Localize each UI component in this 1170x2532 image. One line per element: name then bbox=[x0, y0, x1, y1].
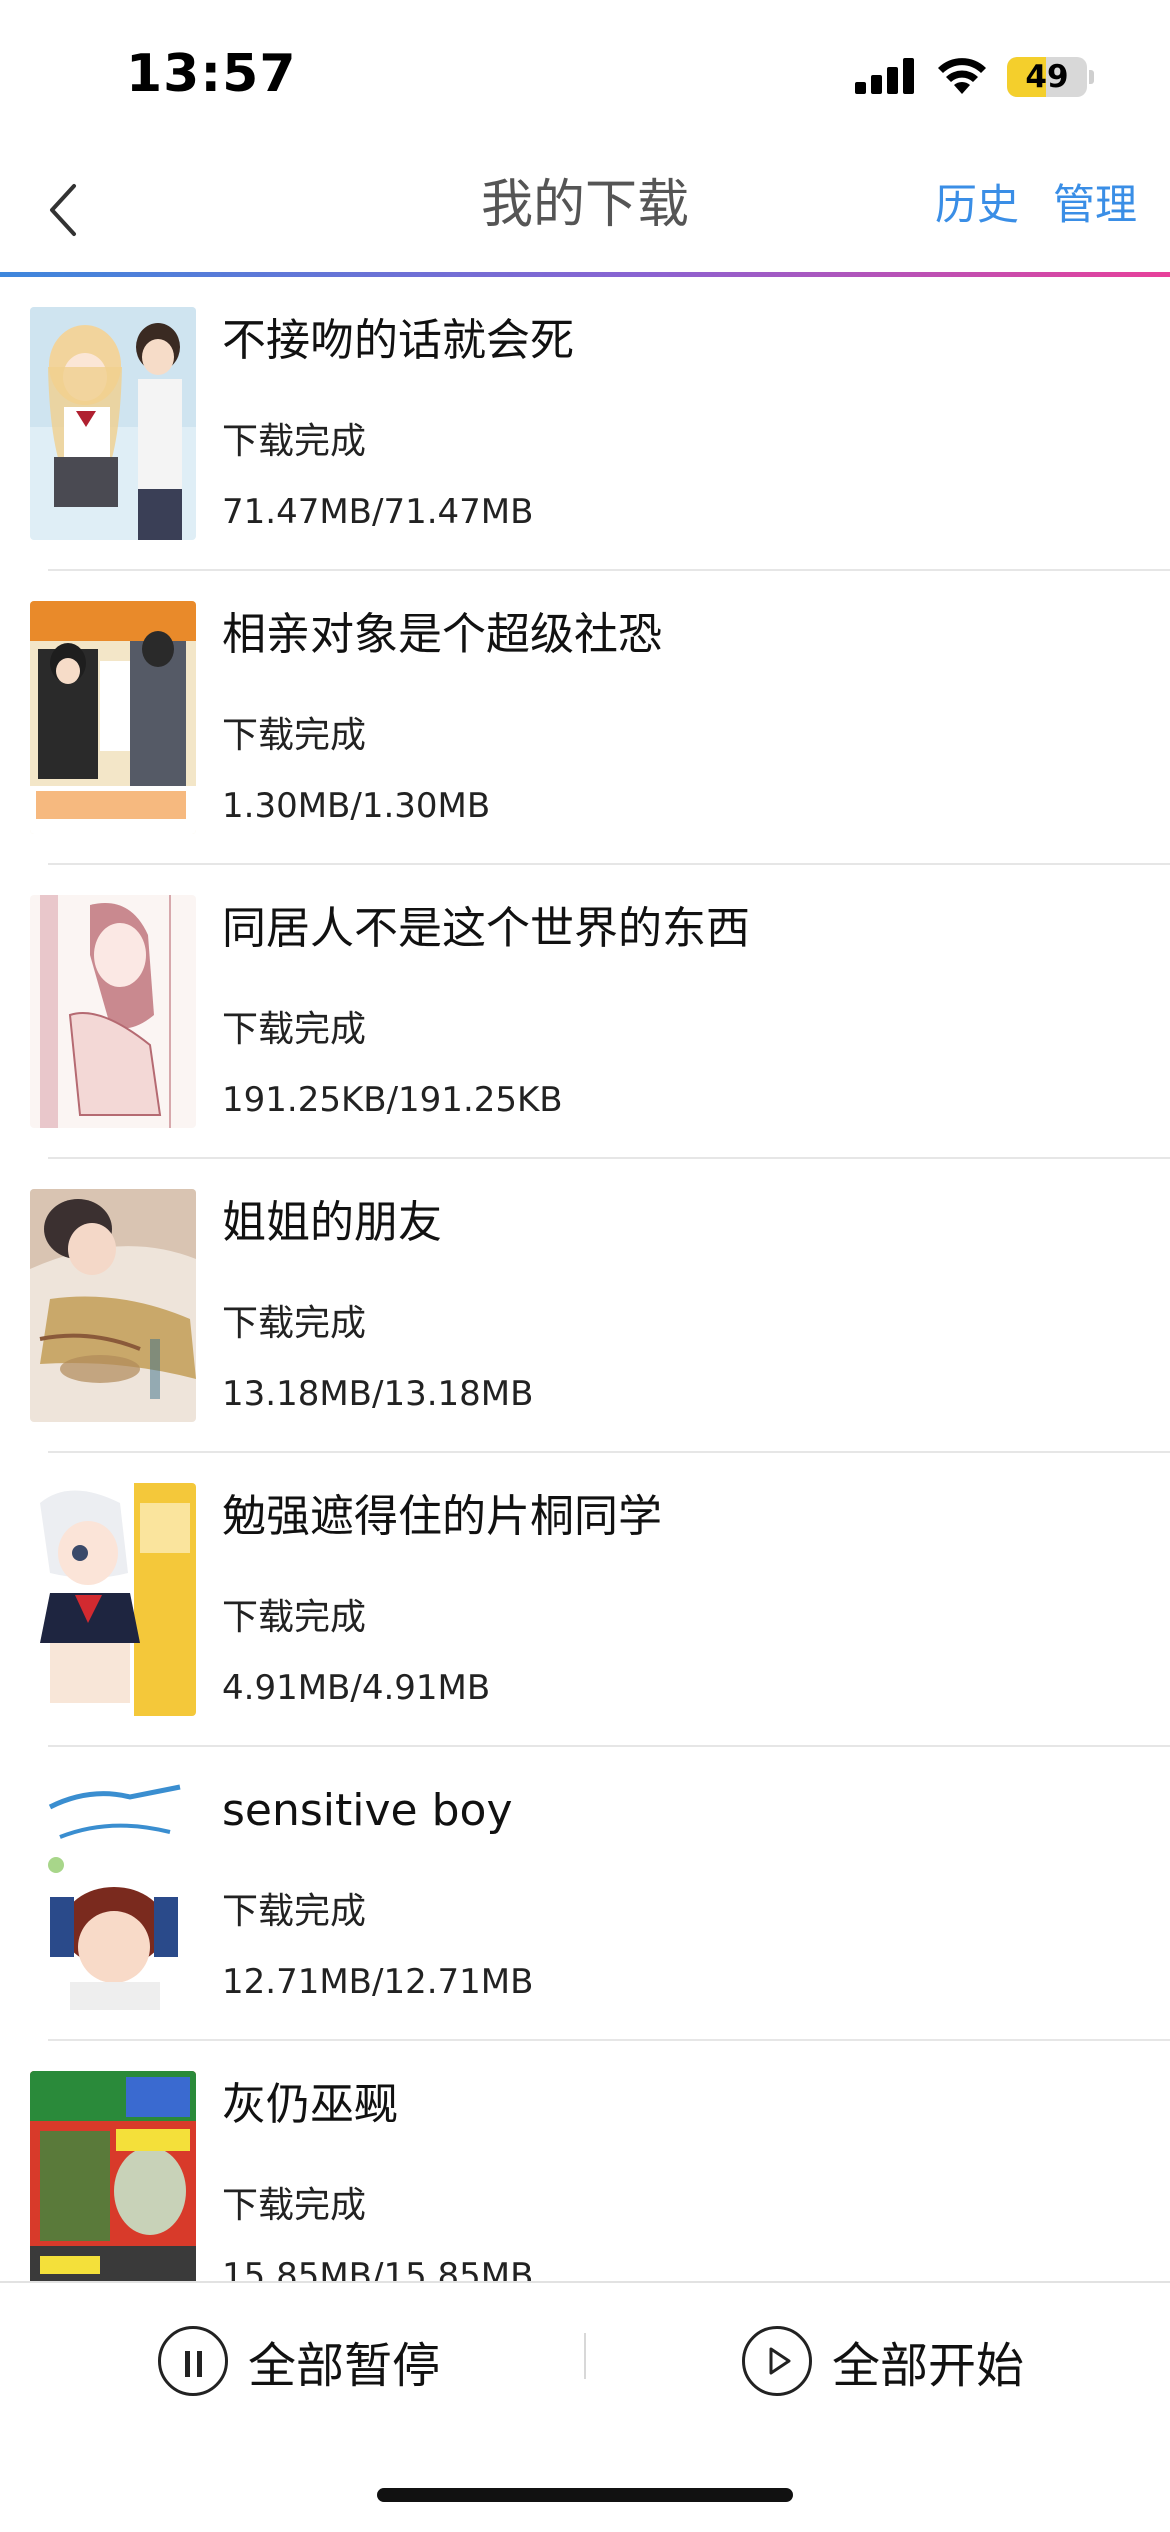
battery-icon: 49 bbox=[1007, 57, 1087, 97]
item-status: 下载完成 bbox=[222, 1009, 367, 1050]
comic-cover bbox=[30, 895, 196, 1128]
comic-cover bbox=[30, 2071, 196, 2281]
item-status: 下载完成 bbox=[222, 1597, 367, 1638]
comic-cover bbox=[30, 1777, 196, 2010]
item-status: 下载完成 bbox=[222, 1303, 367, 1344]
download-item[interactable]: 灰仍巫觋 下载完成 15.85MB/15.85MB bbox=[0, 2041, 1170, 2281]
cellular-signal-icon bbox=[855, 58, 915, 94]
download-list[interactable]: 不接吻的话就会死 下载完成 71.47MB/71.47MB 相亲对象是个超级社恐… bbox=[0, 277, 1170, 2281]
download-item[interactable]: 同居人不是这个世界的东西 下载完成 191.25KB/191.25KB bbox=[0, 865, 1170, 1159]
item-status: 下载完成 bbox=[222, 421, 367, 462]
wifi-icon bbox=[938, 58, 986, 94]
item-status: 下载完成 bbox=[222, 1891, 367, 1932]
item-title: 勉强遮得住的片桐同学 bbox=[222, 1491, 662, 1542]
item-title: 灰仍巫觋 bbox=[222, 2079, 398, 2130]
item-size: 71.47MB/71.47MB bbox=[222, 492, 534, 532]
status-time: 13:57 bbox=[126, 44, 297, 104]
battery-tip bbox=[1089, 70, 1094, 84]
item-size: 1.30MB/1.30MB bbox=[222, 786, 491, 826]
play-circle-icon bbox=[742, 2326, 812, 2396]
start-all-label: 全部开始 bbox=[832, 2338, 1025, 2394]
item-size: 191.25KB/191.25KB bbox=[222, 1080, 563, 1120]
item-size: 15.85MB/15.85MB bbox=[222, 2256, 534, 2281]
comic-cover bbox=[30, 1189, 196, 1422]
item-size: 13.18MB/13.18MB bbox=[222, 1374, 534, 1414]
manage-button[interactable]: 管理 bbox=[1053, 175, 1137, 235]
comic-cover bbox=[30, 307, 196, 540]
download-item[interactable]: sensitive boy 下载完成 12.71MB/12.71MB bbox=[0, 1747, 1170, 2041]
history-button[interactable]: 历史 bbox=[935, 175, 1019, 235]
download-item[interactable]: 姐姐的朋友 下载完成 13.18MB/13.18MB bbox=[0, 1159, 1170, 1453]
home-indicator bbox=[377, 2488, 793, 2502]
item-status: 下载完成 bbox=[222, 715, 367, 756]
comic-cover bbox=[30, 1483, 196, 1716]
download-item[interactable]: 勉强遮得住的片桐同学 下载完成 4.91MB/4.91MB bbox=[0, 1453, 1170, 1747]
item-title: 姐姐的朋友 bbox=[222, 1197, 442, 1248]
item-size: 12.71MB/12.71MB bbox=[222, 1962, 534, 2002]
item-status: 下载完成 bbox=[222, 2185, 367, 2226]
pause-circle-icon bbox=[158, 2326, 228, 2396]
item-title: sensitive boy bbox=[222, 1785, 513, 1836]
download-item[interactable]: 不接吻的话就会死 下载完成 71.47MB/71.47MB bbox=[0, 277, 1170, 571]
item-title: 不接吻的话就会死 bbox=[222, 315, 574, 366]
nav-bar: 我的下载 历史 管理 bbox=[0, 150, 1170, 275]
pause-all-button[interactable]: 全部暂停 bbox=[158, 2321, 440, 2401]
comic-cover bbox=[30, 601, 196, 834]
item-size: 4.91MB/4.91MB bbox=[222, 1668, 491, 1708]
battery-percent: 49 bbox=[1025, 59, 1069, 95]
item-title: 同居人不是这个世界的东西 bbox=[222, 903, 750, 954]
toolbar-separator bbox=[584, 2333, 586, 2379]
status-bar: 13:57 49 bbox=[0, 0, 1170, 150]
download-item[interactable]: 相亲对象是个超级社恐 下载完成 1.30MB/1.30MB bbox=[0, 571, 1170, 865]
pause-all-label: 全部暂停 bbox=[248, 2338, 441, 2394]
start-all-button[interactable]: 全部开始 bbox=[742, 2321, 1024, 2401]
item-title: 相亲对象是个超级社恐 bbox=[222, 609, 662, 660]
